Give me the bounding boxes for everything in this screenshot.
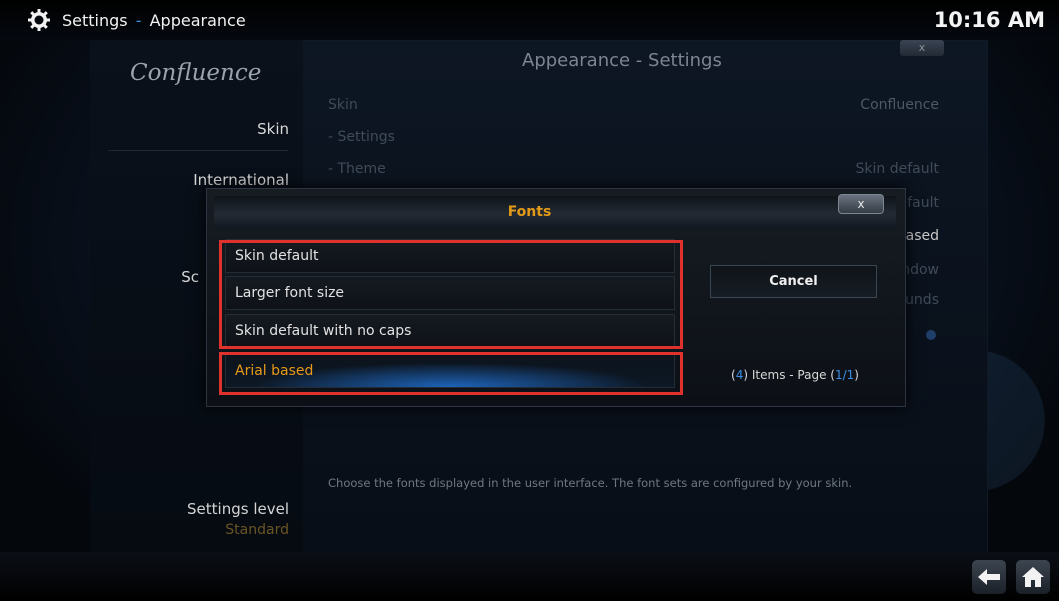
font-option-larger-font-size[interactable]: Larger font size <box>225 276 675 310</box>
gear-icon <box>28 9 50 31</box>
sidebar-item-screensaver[interactable]: Sc <box>181 268 199 286</box>
cancel-button[interactable]: Cancel <box>710 265 877 298</box>
bottom-bar <box>0 552 1059 601</box>
font-option-arial-based[interactable]: Arial based <box>225 354 675 388</box>
setting-label-settings[interactable]: - Settings <box>328 129 395 145</box>
setting-label-skin[interactable]: Skin <box>328 97 358 113</box>
setting-label-theme[interactable]: - Theme <box>328 161 386 177</box>
clock: 10:16 AM <box>933 8 1045 32</box>
back-button[interactable] <box>972 560 1006 594</box>
sidebar-item-skin[interactable]: Skin <box>257 120 289 138</box>
setting-description: Choose the fonts displayed in the user i… <box>328 476 853 490</box>
setting-value-fonts: ased <box>905 228 939 244</box>
sidebar-divider <box>108 150 288 151</box>
settings-level-label[interactable]: Settings level <box>187 500 289 518</box>
close-button[interactable]: x <box>900 40 944 56</box>
sidebar-item-international[interactable]: International <box>193 171 289 189</box>
setting-value-sounds: unds <box>905 292 939 308</box>
breadcrumb: Settings - Appearance <box>62 11 246 30</box>
items-info-middle: ) Items - Page ( <box>743 368 835 382</box>
items-info-close: ) <box>854 368 859 382</box>
setting-value-colors: fault <box>907 195 939 211</box>
home-button[interactable] <box>1016 560 1050 594</box>
page-number: 1/1 <box>834 368 855 382</box>
back-arrow-icon <box>978 569 1000 585</box>
home-icon <box>1022 567 1044 587</box>
page-title: Appearance - Settings <box>522 50 722 71</box>
setting-value-theme: Skin default <box>855 161 939 177</box>
breadcrumb-page: Appearance <box>149 11 246 30</box>
setting-toggle-indicator <box>926 330 936 340</box>
dialog-close-button[interactable]: x <box>838 194 884 214</box>
setting-value-skin: Confluence <box>860 97 939 113</box>
breadcrumb-section: Settings <box>62 11 128 30</box>
skin-logo: Confluence <box>130 60 262 86</box>
font-option-skin-default-no-caps[interactable]: Skin default with no caps <box>225 314 675 348</box>
items-page-info: (4) Items - Page (1/1) <box>700 368 890 382</box>
settings-level-value: Standard <box>225 522 289 538</box>
dialog-header <box>214 196 896 229</box>
breadcrumb-separator: - <box>135 11 142 30</box>
font-option-skin-default[interactable]: Skin default <box>225 239 675 273</box>
setting-value-window: ndow <box>901 262 939 278</box>
